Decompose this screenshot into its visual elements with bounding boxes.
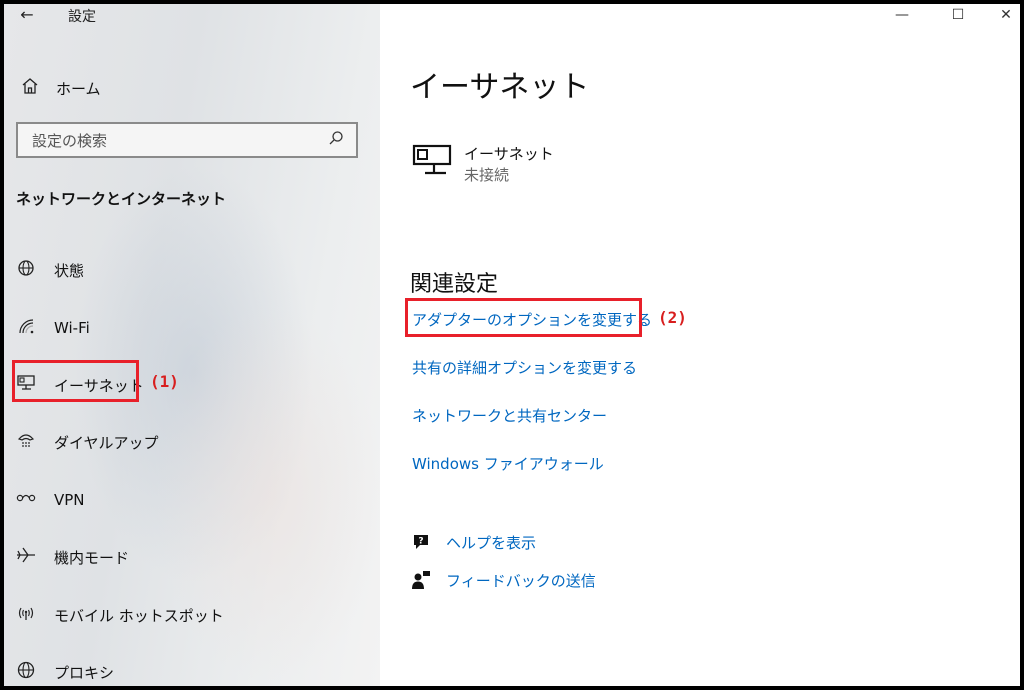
sidebar-item-label: ダイヤルアップ <box>54 433 159 452</box>
get-help-row[interactable]: ? ヘルプを表示 <box>410 531 536 553</box>
home-icon <box>20 77 40 100</box>
sidebar-item-home[interactable]: ホーム <box>4 70 374 106</box>
sidebar: ← 設定 ホーム 設定の検索 ネットワークとインターネット 状態 Wi-Fi イ… <box>4 4 380 686</box>
sidebar-item-label: VPN <box>54 491 85 509</box>
back-arrow-icon: ← <box>20 4 34 24</box>
sidebar-item-vpn[interactable]: VPN <box>4 480 374 520</box>
minimize-icon: — <box>895 7 909 23</box>
sidebar-item-hotspot[interactable]: モバイル ホットスポット <box>4 595 374 635</box>
maximize-icon: ☐ <box>951 7 965 23</box>
feedback-person-icon <box>410 569 432 591</box>
sidebar-item-label: モバイル ホットスポット <box>54 606 224 625</box>
airplane-icon <box>14 546 38 568</box>
highlight-box-adapter-options <box>405 298 642 337</box>
minimize-button[interactable]: — <box>880 4 924 26</box>
maximize-button[interactable]: ☐ <box>936 4 980 26</box>
close-button[interactable]: ✕ <box>984 4 1020 26</box>
back-button[interactable]: ← <box>12 4 42 24</box>
related-settings-title: 関連設定 <box>410 272 499 297</box>
ethernet-adapter-status[interactable]: イーサネット 未接続 <box>412 142 554 186</box>
dialup-icon <box>14 431 38 453</box>
sidebar-item-label: 機内モード <box>54 548 130 567</box>
windows-firewall-link[interactable]: Windows ファイアウォール <box>412 453 604 474</box>
close-icon: ✕ <box>1000 7 1012 23</box>
help-chat-icon: ? <box>410 531 432 553</box>
sidebar-item-proxy[interactable]: プロキシ <box>4 652 374 686</box>
section-title: ネットワークとインターネット <box>16 190 227 208</box>
sidebar-item-dialup[interactable]: ダイヤルアップ <box>4 422 374 462</box>
highlight-box-ethernet <box>12 360 139 402</box>
sidebar-item-status[interactable]: 状態 <box>4 250 374 290</box>
vpn-icon <box>14 491 38 509</box>
sidebar-item-airplane[interactable]: 機内モード <box>4 537 374 577</box>
annotation-two: (2) <box>658 308 687 327</box>
adapter-name: イーサネット <box>464 145 554 163</box>
app-title: 設定 <box>68 9 96 25</box>
globe-icon <box>14 259 38 281</box>
search-placeholder: 設定の検索 <box>32 131 108 150</box>
svg-text:?: ? <box>418 537 423 547</box>
home-label: ホーム <box>56 79 101 98</box>
settings-window: ← 設定 ホーム 設定の検索 ネットワークとインターネット 状態 Wi-Fi イ… <box>0 0 1024 690</box>
network-sharing-center-link[interactable]: ネットワークと共有センター <box>412 405 607 426</box>
main-panel: — ☐ ✕ イーサネット イーサネット 未接続 関連設定 アダプターのオプション… <box>380 4 1020 686</box>
sidebar-item-label: プロキシ <box>54 663 115 682</box>
sidebar-item-label: 状態 <box>54 261 85 280</box>
feedback-row[interactable]: フィードバックの送信 <box>410 569 596 591</box>
search-icon <box>328 130 348 150</box>
search-input[interactable]: 設定の検索 <box>16 122 358 158</box>
wifi-icon <box>14 317 38 339</box>
hotspot-icon <box>14 604 38 626</box>
sidebar-item-label: Wi-Fi <box>54 319 90 337</box>
proxy-globe-icon <box>14 661 38 683</box>
annotation-one: (1) <box>150 372 179 391</box>
sidebar-item-wifi[interactable]: Wi-Fi <box>4 308 374 348</box>
ethernet-large-icon <box>412 142 456 186</box>
advanced-sharing-options-link[interactable]: 共有の詳細オプションを変更する <box>412 357 637 378</box>
adapter-status: 未接続 <box>464 166 510 184</box>
page-title: イーサネット <box>410 70 590 105</box>
get-help-link[interactable]: ヘルプを表示 <box>446 532 536 553</box>
feedback-link[interactable]: フィードバックの送信 <box>446 570 596 591</box>
